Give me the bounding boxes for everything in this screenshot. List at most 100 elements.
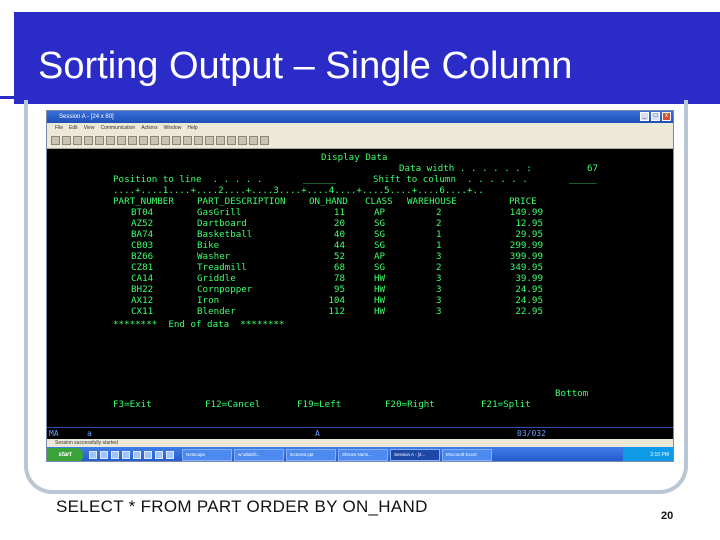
toolbar-button[interactable] <box>128 136 137 145</box>
cell-part-description: Dartboard <box>197 218 247 229</box>
toolbar-button[interactable] <box>183 136 192 145</box>
cell-on-hand: 112 <box>328 306 345 317</box>
position-label: Position to line . . . . . <box>113 174 263 185</box>
menu-actions[interactable]: Actions <box>141 123 157 133</box>
toolbar-button[interactable] <box>238 136 247 145</box>
maximize-icon[interactable]: □ <box>651 112 660 121</box>
position-input[interactable]: ______ <box>303 174 336 185</box>
shift-label: Shift to column . . . . . . <box>373 174 528 185</box>
toolbar <box>47 133 673 149</box>
column-header-class: CLASS <box>365 196 393 207</box>
cell-price: 349.95 <box>509 262 543 273</box>
cell-warehouse: 2 <box>436 207 442 218</box>
taskbar-button-session-a[interactable]: Session A - [2... <box>390 449 440 461</box>
taskbar-button-document[interactable]: Shrnes Nami... <box>338 449 388 461</box>
shift-input[interactable]: _____ <box>569 174 597 185</box>
f12-cancel-key[interactable]: F12=Cancel <box>205 399 260 410</box>
cell-on-hand: 40 <box>333 229 345 240</box>
taskbar-tasks: Netscape w:\slide\fi... lecture6.ppt Shr… <box>182 449 492 461</box>
toolbar-button[interactable] <box>194 136 203 145</box>
cell-price: 399.99 <box>509 251 543 262</box>
toolbar-button[interactable] <box>84 136 93 145</box>
menu-view[interactable]: View <box>84 123 95 133</box>
menu-window[interactable]: Window <box>164 123 182 133</box>
cell-part-description: Washer <box>197 251 231 262</box>
window-titlebar: Session A - [24 x 80] _ □ x <box>47 111 673 123</box>
start-button[interactable]: start <box>47 448 83 461</box>
cell-on-hand: 78 <box>333 273 345 284</box>
taskbar-button-excel[interactable]: Microsoft Excel <box>442 449 492 461</box>
cell-price: 299.99 <box>509 240 543 251</box>
menu-help[interactable]: Help <box>187 123 197 133</box>
cell-class: SG <box>374 229 386 240</box>
quick-launch-icon[interactable] <box>144 451 152 459</box>
cell-warehouse: 3 <box>436 295 442 306</box>
toolbar-button[interactable] <box>172 136 181 145</box>
taskbar-button-powerpoint[interactable]: lecture6.ppt <box>286 449 336 461</box>
menu-file[interactable]: File <box>55 123 63 133</box>
taskbar-button-folder[interactable]: w:\slide\fi... <box>234 449 284 461</box>
end-of-data-marker: ******** End of data ******** <box>113 319 285 330</box>
cell-warehouse: 3 <box>436 273 442 284</box>
cell-part-number: BT04 <box>131 207 154 218</box>
quick-launch-icon[interactable] <box>100 451 108 459</box>
toolbar-button[interactable] <box>62 136 71 145</box>
session-status-bar: Session successfully started <box>47 439 673 447</box>
f21-split-key[interactable]: F21=Split <box>481 399 531 410</box>
minimize-icon[interactable]: _ <box>640 112 649 121</box>
cell-part-number: AX12 <box>131 295 154 306</box>
cell-price: 39.99 <box>515 273 543 284</box>
window-controls: _ □ x <box>640 112 671 121</box>
cell-part-number: CX11 <box>131 306 154 317</box>
column-header-warehouse: WAREHOUSE <box>407 196 457 207</box>
toolbar-button[interactable] <box>249 136 258 145</box>
terminal-screen: Display Data Data width . . . . . . : 67… <box>47 149 673 435</box>
cell-price: 22.95 <box>515 306 543 317</box>
menu-edit[interactable]: Edit <box>69 123 78 133</box>
toolbar-button[interactable] <box>95 136 104 145</box>
window-title: Session A - [24 x 80] <box>59 114 114 120</box>
system-tray-clock: 2:10 PM <box>623 447 673 461</box>
toolbar-button[interactable] <box>260 136 269 145</box>
toolbar-button[interactable] <box>51 136 60 145</box>
quick-launch-icon[interactable] <box>133 451 141 459</box>
slide-page-number: 20 <box>661 510 674 522</box>
quick-launch-icon[interactable] <box>111 451 119 459</box>
f20-right-key[interactable]: F20=Right <box>385 399 435 410</box>
quick-launch-icon[interactable] <box>166 451 174 459</box>
cell-class: SG <box>374 218 386 229</box>
windows-taskbar: start Netscape w:\slide\fi... lecture6.p… <box>47 447 673 461</box>
cell-class: AP <box>374 251 386 262</box>
toolbar-button[interactable] <box>139 136 148 145</box>
toolbar-button[interactable] <box>106 136 115 145</box>
toolbar-button[interactable] <box>205 136 214 145</box>
screen-header: Display Data <box>321 152 388 163</box>
column-header-on-hand: ON_HAND <box>309 196 348 207</box>
close-icon[interactable]: x <box>662 112 671 121</box>
toolbar-button[interactable] <box>227 136 236 145</box>
status-insert: A <box>315 429 320 438</box>
toolbar-button[interactable] <box>216 136 225 145</box>
column-ruler: ....+....1....+....2....+....3....+....4… <box>113 185 484 196</box>
cell-price: 149.99 <box>509 207 543 218</box>
toolbar-button[interactable] <box>117 136 126 145</box>
f19-left-key[interactable]: F19=Left <box>297 399 341 410</box>
emulator-window: Session A - [24 x 80] _ □ x File Edit Vi… <box>46 110 674 462</box>
quick-launch-icon[interactable] <box>122 451 130 459</box>
taskbar-button-netscape[interactable]: Netscape <box>182 449 232 461</box>
f3-exit-key[interactable]: F3=Exit <box>113 399 152 410</box>
cell-warehouse: 3 <box>436 284 442 295</box>
cell-part-description: Griddle <box>197 273 236 284</box>
cell-class: HW <box>374 284 386 295</box>
cell-on-hand: 104 <box>328 295 345 306</box>
column-header-part-description: PART_DESCRIPTION <box>197 196 286 207</box>
cell-on-hand: 11 <box>333 207 345 218</box>
cell-part-description: Blender <box>197 306 236 317</box>
cell-warehouse: 2 <box>436 262 442 273</box>
quick-launch-icon[interactable] <box>155 451 163 459</box>
toolbar-button[interactable] <box>161 136 170 145</box>
toolbar-button[interactable] <box>73 136 82 145</box>
toolbar-button[interactable] <box>150 136 159 145</box>
quick-launch-icon[interactable] <box>89 451 97 459</box>
menu-communication[interactable]: Communication <box>100 123 135 133</box>
